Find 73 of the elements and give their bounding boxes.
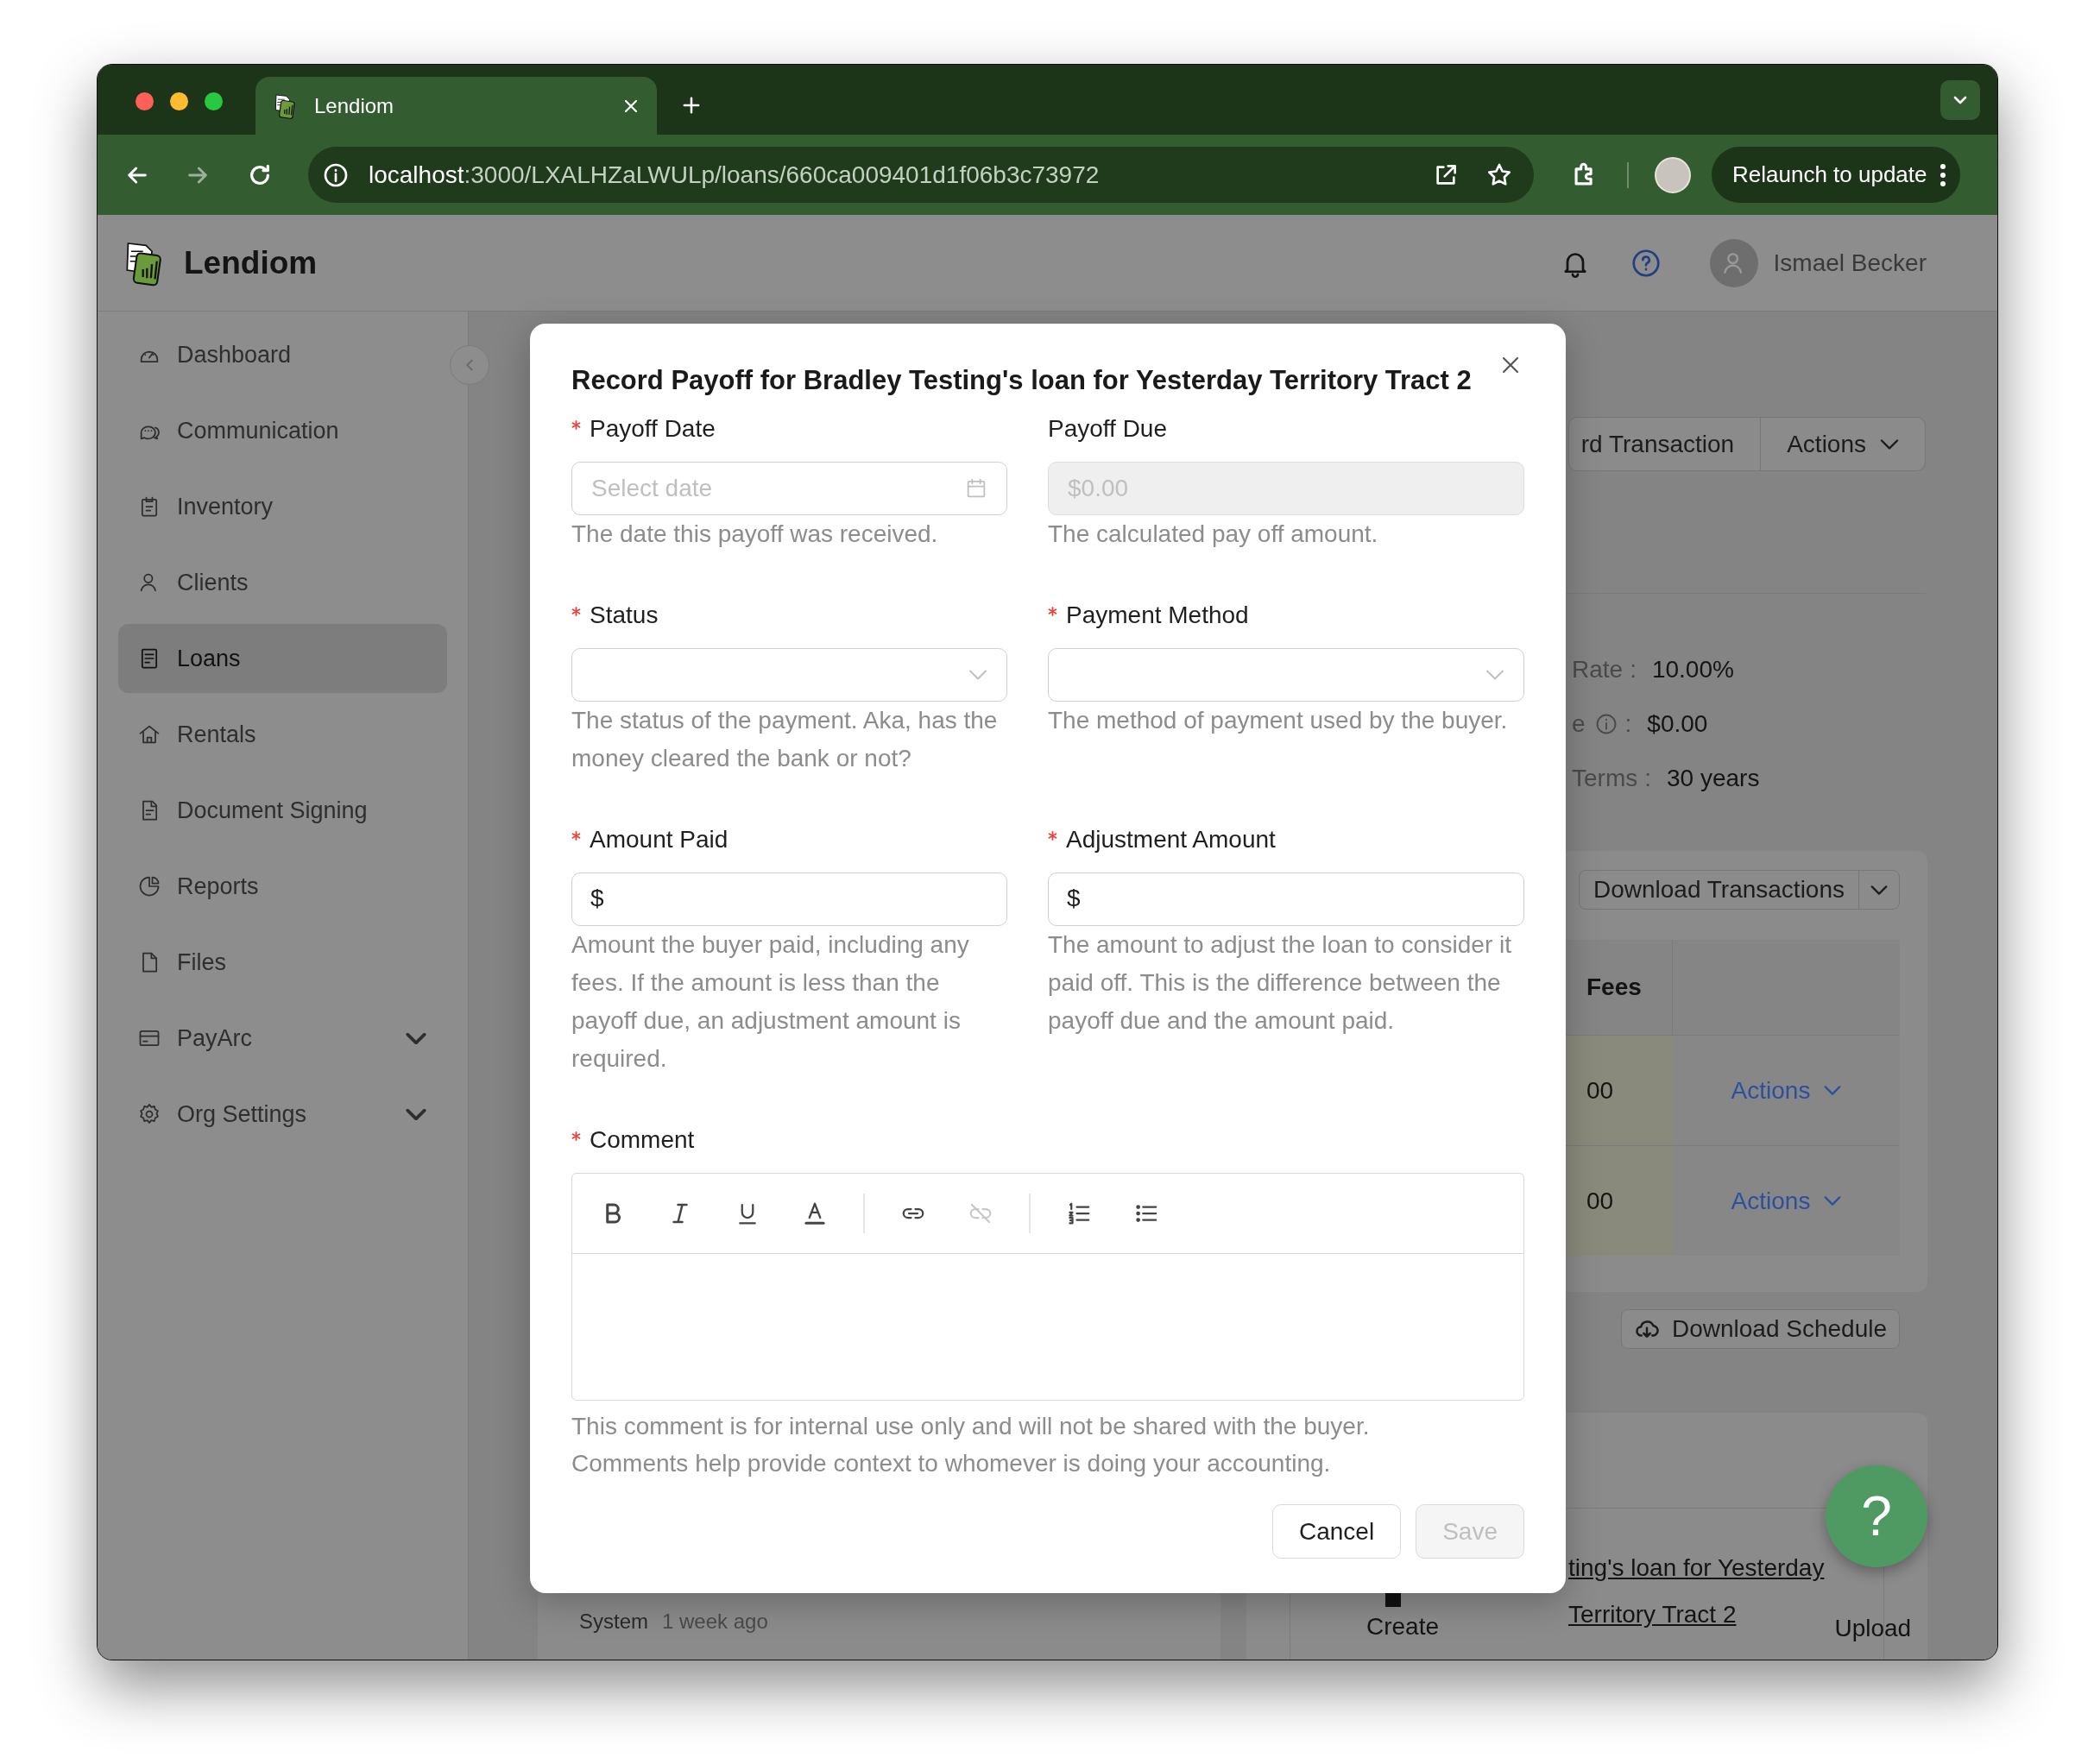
- field-label: Status: [590, 601, 659, 630]
- detail-value: 30 years: [1667, 764, 1760, 793]
- currency-prefix: $: [1067, 884, 1081, 913]
- sidebar-item[interactable]: Rentals: [118, 700, 447, 769]
- actions-link[interactable]: Actions: [1731, 1182, 1842, 1219]
- detail-value: $0.00: [1647, 709, 1708, 739]
- sidebar-item[interactable]: PayArc: [118, 1004, 447, 1073]
- tab-list-button[interactable]: [1940, 80, 1980, 120]
- amount-field[interactable]: [571, 873, 1007, 926]
- user-name[interactable]: Ismael Becker: [1773, 244, 1927, 281]
- currency-prefix: $: [590, 884, 604, 913]
- download-schedule-button[interactable]: Download Schedule: [1620, 1309, 1900, 1349]
- detail-label: Rate: [1572, 655, 1624, 684]
- document-link[interactable]: ting's loan for Yesterday: [1568, 1550, 1825, 1586]
- field-help-text: The date this payoff was received.: [571, 520, 939, 549]
- chevron-down-icon: [1870, 885, 1888, 895]
- sidebar-item[interactable]: Loans: [118, 624, 447, 693]
- field-help-text: The calculated pay off amount.: [1048, 520, 1379, 549]
- detail-separator: :: [1630, 655, 1637, 684]
- gear-icon: [137, 1102, 161, 1126]
- favicon-icon: [274, 91, 297, 120]
- actions-button[interactable]: Actions: [1761, 417, 1926, 471]
- detail-value: 10.00%: [1651, 655, 1734, 684]
- sidebar-item[interactable]: Dashboard: [118, 320, 447, 389]
- pie-chart-icon: [137, 874, 161, 898]
- document-link[interactable]: Territory Tract 2: [1568, 1597, 1737, 1633]
- activity-time: 1 week ago: [662, 1609, 768, 1635]
- detail-separator: :: [1624, 709, 1632, 739]
- create-label[interactable]: Create: [1366, 1609, 1440, 1645]
- detail-label: Terms: [1572, 764, 1638, 793]
- chevron-down-icon: [1880, 438, 1899, 450]
- record-transaction-button[interactable]: rd Transaction: [1567, 417, 1762, 471]
- sidebar-item[interactable]: Document Signing: [118, 776, 447, 845]
- field-label: Payoff Due: [1048, 414, 1168, 444]
- actions-link[interactable]: Actions: [1731, 1072, 1842, 1109]
- chevron-down-icon: [968, 670, 987, 680]
- browser-tab[interactable]: Lendiom: [255, 77, 657, 135]
- address-bar[interactable]: localhost:3000/LXALHZaLWULp/loans/660ca009401d1f06b3c73972: [308, 147, 1534, 203]
- brand-name: Lendiom: [184, 243, 318, 282]
- select-field[interactable]: [571, 648, 1007, 702]
- field-label: Adjustment Amount: [1066, 825, 1276, 854]
- sidebar-item[interactable]: Clients: [118, 548, 447, 617]
- chevron-down-icon: [1824, 1196, 1842, 1206]
- relaunch-button[interactable]: Relaunch to update: [1712, 147, 1960, 203]
- field-label: Payoff Date: [590, 414, 716, 444]
- activity-author: System: [579, 1609, 648, 1635]
- url-text: localhost:3000/LXALHZaLWULp/loans/660ca009401d1f06b3c73972: [369, 160, 1101, 190]
- upload-label[interactable]: Upload: [1834, 1615, 1912, 1641]
- numbered-list-icon: [1066, 1200, 1092, 1226]
- amount-field[interactable]: [1048, 873, 1524, 926]
- select-field[interactable]: [1048, 648, 1524, 702]
- help-icon[interactable]: [1630, 247, 1662, 279]
- chevron-down-icon: [1485, 670, 1504, 680]
- profile-avatar[interactable]: [1655, 156, 1691, 193]
- field-help-text: The status of the payment. Aka, has the money cleared the bank or not?: [571, 706, 999, 773]
- field-help-text: The method of payment used by the buyer.: [1048, 706, 1509, 735]
- dialog-title: Record Payoff for Bradley Testing's loan for Yesterday Territory Tract 2: [571, 364, 1472, 397]
- date-field[interactable]: Select date: [571, 462, 1007, 515]
- sidebar-item[interactable]: Files: [118, 928, 447, 997]
- comment-help-text: This comment is for internal use only and will not be shared with the buyer. Comments help provide context to whomever is doing your accounting.: [571, 1412, 1371, 1478]
- detail-separator: :: [1644, 764, 1651, 793]
- field-label: Payment Method: [1066, 601, 1249, 630]
- chevron-down-icon: [1824, 1086, 1842, 1095]
- field-label: Comment: [590, 1125, 695, 1155]
- more-menu-icon: [1939, 162, 1946, 187]
- sidebar-item[interactable]: Reports: [118, 852, 447, 921]
- field-help-text: Amount the buyer paid, including any fees. If the amount is less than the payoff due, an adjustment amount is required.: [571, 930, 970, 1074]
- sidebar-item[interactable]: Inventory: [118, 472, 447, 541]
- sidebar-item[interactable]: Communication: [118, 396, 447, 465]
- sidebar-item[interactable]: Org Settings: [118, 1080, 447, 1149]
- field-label: Amount Paid: [590, 825, 728, 854]
- detail-label: e: [1572, 709, 1586, 739]
- cancel-button[interactable]: Cancel: [1272, 1504, 1402, 1559]
